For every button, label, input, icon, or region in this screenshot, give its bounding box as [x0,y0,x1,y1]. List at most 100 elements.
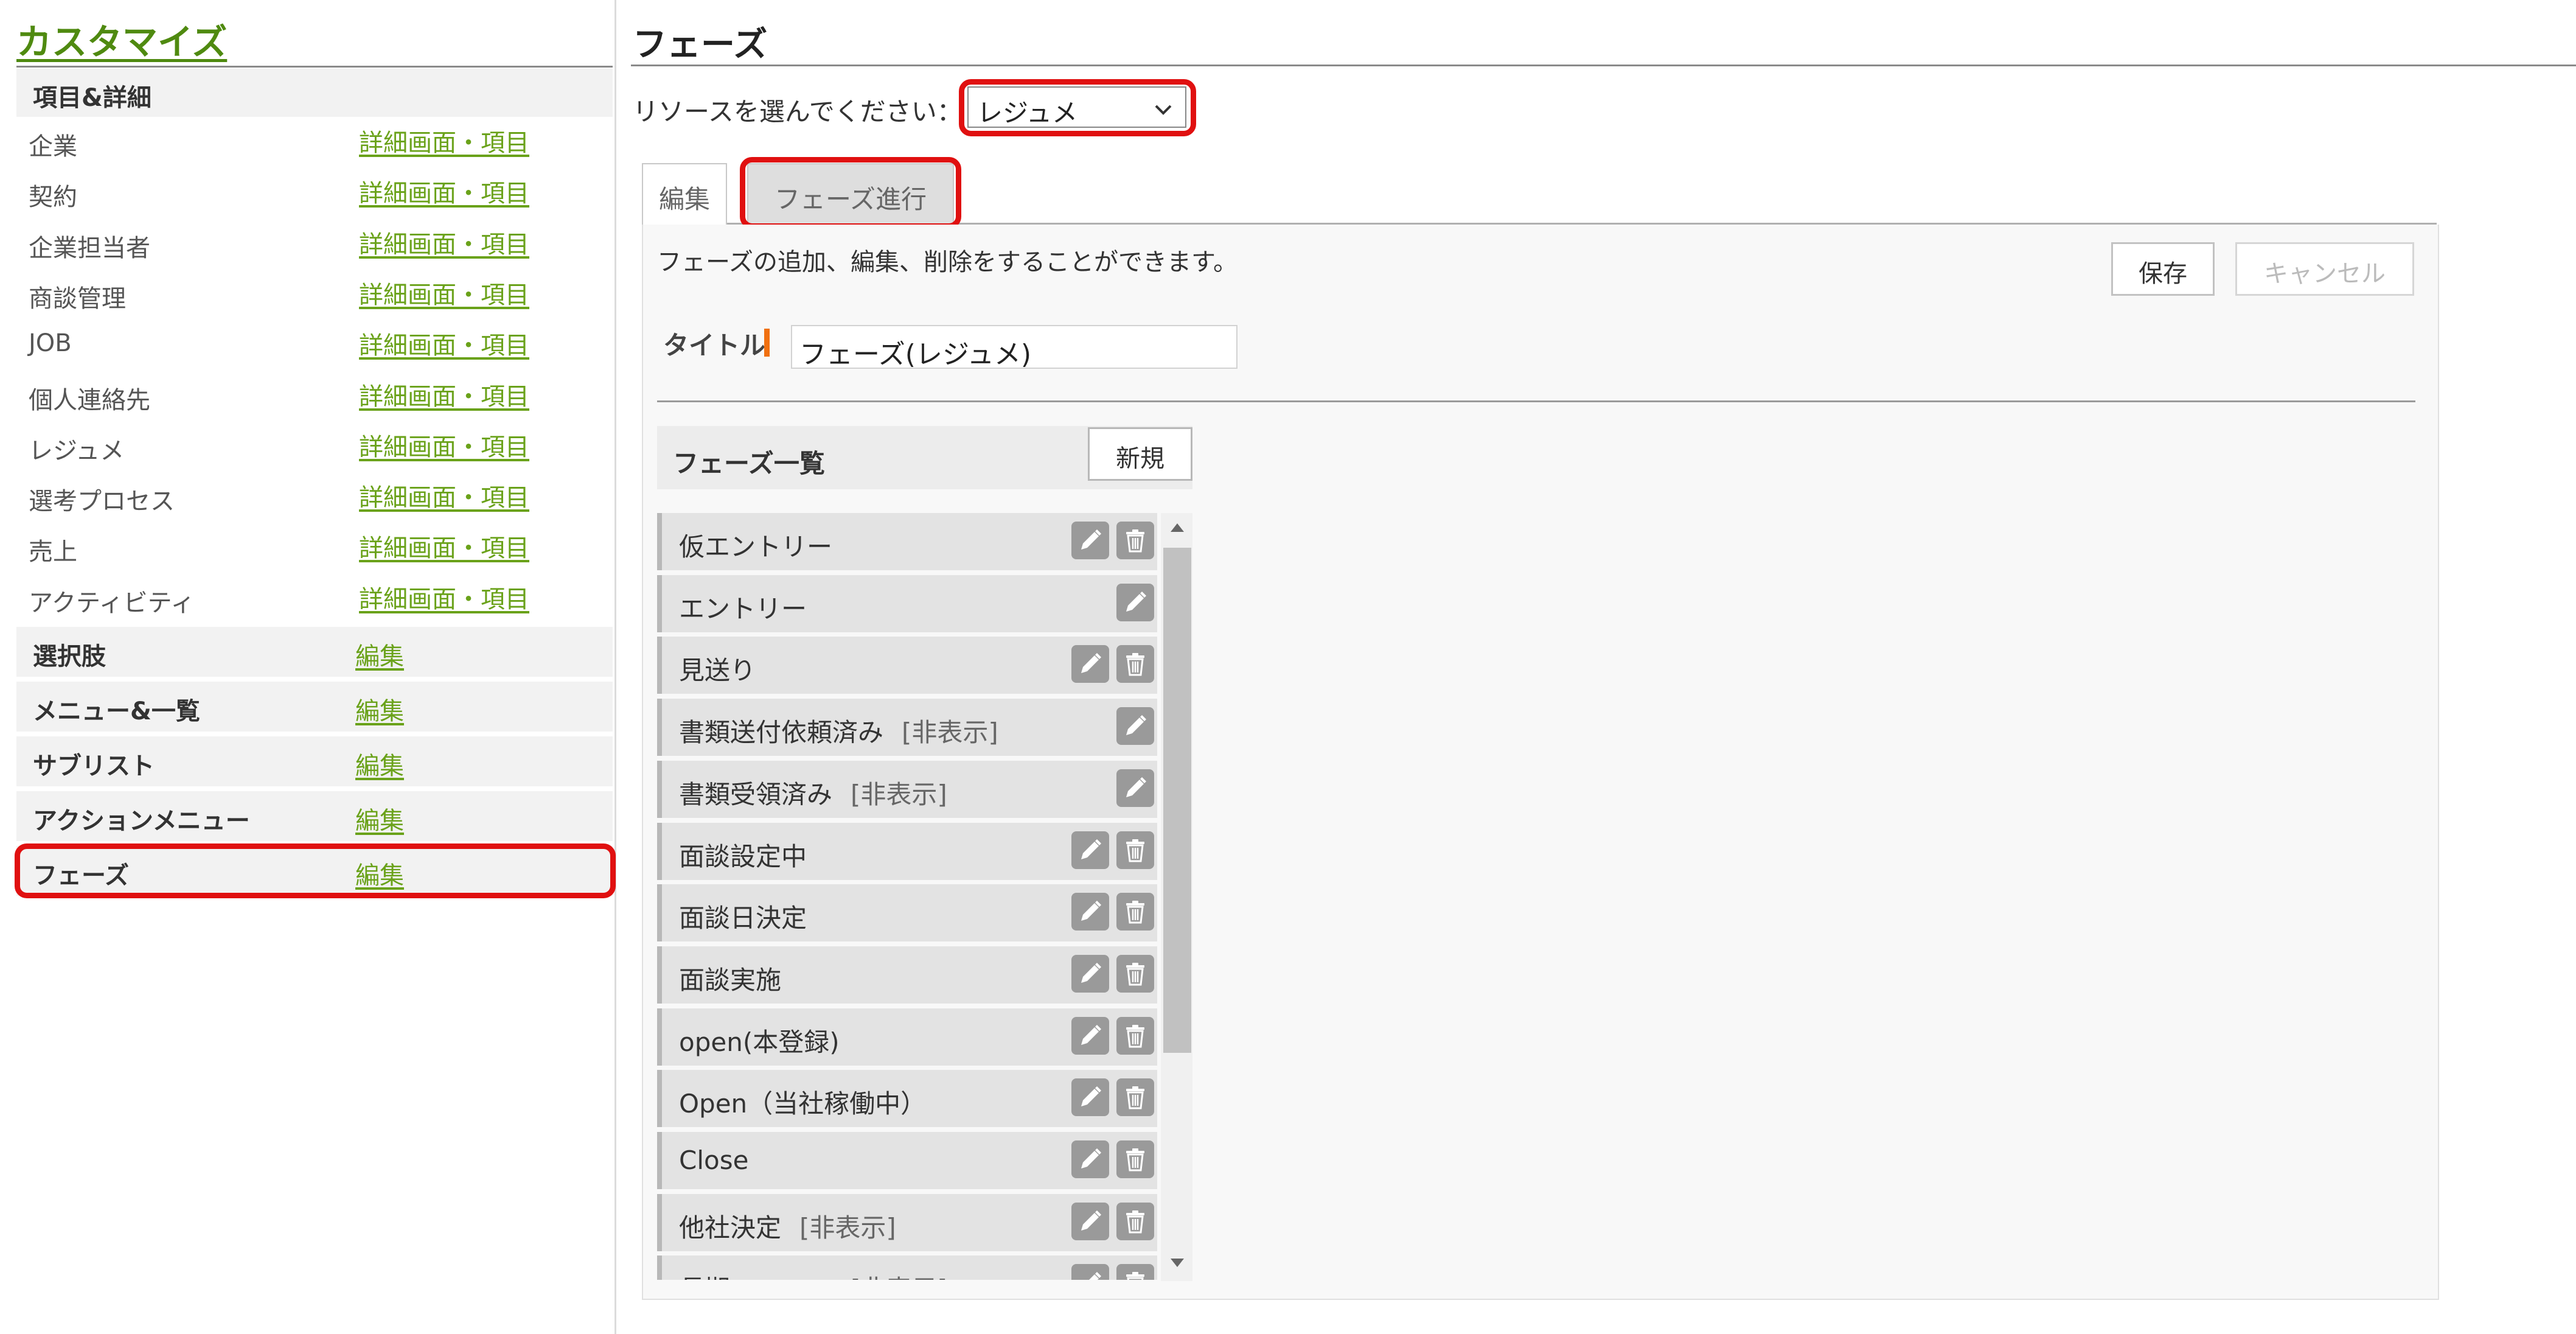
sidebar-item: 企業担当者 詳細画面・項目 [16,218,613,267]
pencil-icon[interactable] [1071,1140,1109,1178]
phase-list-item[interactable]: Open（当社稼働中） [657,1070,1157,1128]
sidebar-item-link[interactable]: 詳細画面・項目 [359,173,529,209]
phase-name: 書類送付依頼済み [非表示] [679,712,998,749]
pencil-icon[interactable] [1071,893,1109,931]
phase-list-item[interactable]: 面談日決定 [657,884,1157,942]
pencil-icon[interactable] [1071,1202,1109,1240]
sidebar-item-label: 商談管理 [29,284,126,313]
sidebar-section: メニュー&一覧 編集 [16,682,613,732]
sidebar-item: アクティビティ 詳細画面・項目 [16,573,613,622]
trash-icon[interactable] [1116,645,1154,683]
sidebar-section-link[interactable]: 編集 [355,637,404,672]
highlight-phase-progress-tab [740,157,961,229]
trash-icon[interactable] [1116,893,1154,931]
phase-name-text: 面談日決定 [679,903,807,934]
sidebar-item-link[interactable]: 詳細画面・項目 [359,123,529,158]
pencil-icon[interactable] [1071,645,1109,683]
scroll-down-arrow-icon[interactable] [1163,1254,1191,1278]
sidebar-title-divider [16,66,613,68]
sidebar-section-link[interactable]: 編集 [355,746,404,781]
title-input-value: フェーズ(レジュメ) [799,339,1032,370]
pencil-icon[interactable] [1116,707,1154,746]
sidebar-section-label: サブリスト [33,752,155,780]
cancel-button-label: キャンセル [2264,260,2386,288]
sidebar-item-link[interactable]: 詳細画面・項目 [359,579,529,615]
new-phase-button[interactable]: 新規 [1088,427,1192,481]
trash-icon[interactable] [1116,1202,1154,1240]
phase-name: 他社決定 [非表示] [679,1207,896,1245]
trash-icon[interactable] [1116,1264,1154,1280]
pencil-icon[interactable] [1071,1264,1109,1280]
sidebar-item: 売上 詳細画面・項目 [16,522,613,571]
phase-list-item[interactable]: Close [657,1132,1157,1189]
sidebar-item-link[interactable]: 詳細画面・項目 [359,478,529,513]
tab-edit-label: 編集 [658,184,710,214]
sidebar-section-link[interactable]: 編集 [355,691,404,727]
pencil-icon[interactable] [1071,522,1109,559]
sidebar-item-link[interactable]: 詳細画面・項目 [359,528,529,564]
sidebar-item-link[interactable]: 詳細画面・項目 [359,377,529,412]
pencil-icon[interactable] [1116,583,1154,621]
phase-name-text: 長期フォロー [679,1274,832,1280]
phase-name: 長期フォロー [非表示] [679,1269,947,1280]
phase-list-item[interactable]: 書類送付依頼済み [非表示] [657,699,1157,756]
pencil-icon[interactable] [1071,954,1109,993]
phase-list-title: フェーズ一覧 [673,449,825,478]
pencil-icon[interactable] [1071,831,1109,869]
phase-name: 見送り [679,650,756,687]
tab-edit[interactable]: 編集 [642,163,727,225]
sidebar-item: 個人連絡先 詳細画面・項目 [16,371,613,419]
pencil-icon[interactable] [1116,769,1154,807]
sidebar-item: 企業 詳細画面・項目 [16,117,613,166]
trash-icon[interactable] [1116,831,1154,869]
sidebar-section-link[interactable]: 編集 [355,801,404,836]
phase-name-text: 仮エントリー [679,532,833,562]
trash-icon[interactable] [1116,522,1154,559]
sidebar-item-label: 個人連絡先 [29,386,150,414]
title-input[interactable]: フェーズ(レジュメ) [791,325,1238,370]
pencil-icon[interactable] [1071,1016,1109,1055]
phase-list-item[interactable]: 長期フォロー [非表示] [657,1255,1157,1280]
phase-list-item[interactable]: エントリー [657,574,1157,632]
sidebar-item-label: 売上 [29,538,77,567]
phase-name: Close [679,1145,748,1175]
phase-name-text: エントリー [679,593,807,624]
sidebar-item-link[interactable]: 詳細画面・項目 [359,427,529,463]
scrollbar-thumb[interactable] [1163,548,1191,1053]
sidebar-item-label: レジュメ [29,436,125,465]
phase-name: 書類受領済み [非表示] [679,774,947,811]
phase-list-item[interactable]: 仮エントリー [657,513,1157,570]
trash-icon[interactable] [1116,1078,1154,1117]
trash-icon[interactable] [1116,954,1154,993]
phase-list-item[interactable]: 他社決定 [非表示] [657,1193,1157,1251]
sidebar-item: 契約 詳細画面・項目 [16,167,613,216]
phase-name-text: 書類送付依頼済み [679,718,884,748]
sidebar-item-link[interactable]: 詳細画面・項目 [359,225,529,260]
sidebar-title[interactable]: カスタマイズ [16,13,227,65]
sidebar-item-link[interactable]: 詳細画面・項目 [359,275,529,310]
phase-list-item[interactable]: open(本登録) [657,1008,1157,1066]
phase-name-text: 書類受領済み [679,779,833,809]
phase-list-item[interactable]: 見送り [657,637,1157,694]
phase-list-item[interactable]: 書類受領済み [非表示] [657,760,1157,818]
scroll-up-arrow-icon[interactable] [1163,519,1191,543]
page-title: フェーズ [633,25,768,65]
phase-name: エントリー [679,588,807,626]
trash-icon[interactable] [1116,1140,1154,1178]
sidebar: カスタマイズ 項目&詳細 企業 詳細画面・項目 契約 詳細画面・項目 企業担当者 詳細画面… [0,0,616,1334]
phase-name: open(本登録) [679,1022,840,1059]
pencil-icon[interactable] [1071,1078,1109,1117]
phase-list-item[interactable]: 面談設定中 [657,822,1157,880]
sidebar-section: 選択肢 編集 [16,627,613,677]
phase-name: 面談設定中 [679,836,807,873]
cancel-button[interactable]: キャンセル [2235,242,2414,296]
sidebar-item-label: アクティビティ [29,588,195,617]
trash-icon[interactable] [1116,1016,1154,1055]
sidebar-item-link[interactable]: 詳細画面・項目 [359,326,529,361]
save-button[interactable]: 保存 [2111,242,2215,296]
phase-name: 仮エントリー [679,526,832,564]
phase-name-text: 面談実施 [679,965,782,995]
phase-list[interactable]: 仮エントリー エントリー見送り書類送付依頼済み [非表示] 書類受領済み [非表示] 面談… [657,513,1192,1280]
sidebar-section-label: 項目&詳細 [33,84,151,112]
phase-list-item[interactable]: 面談実施 [657,946,1157,1004]
